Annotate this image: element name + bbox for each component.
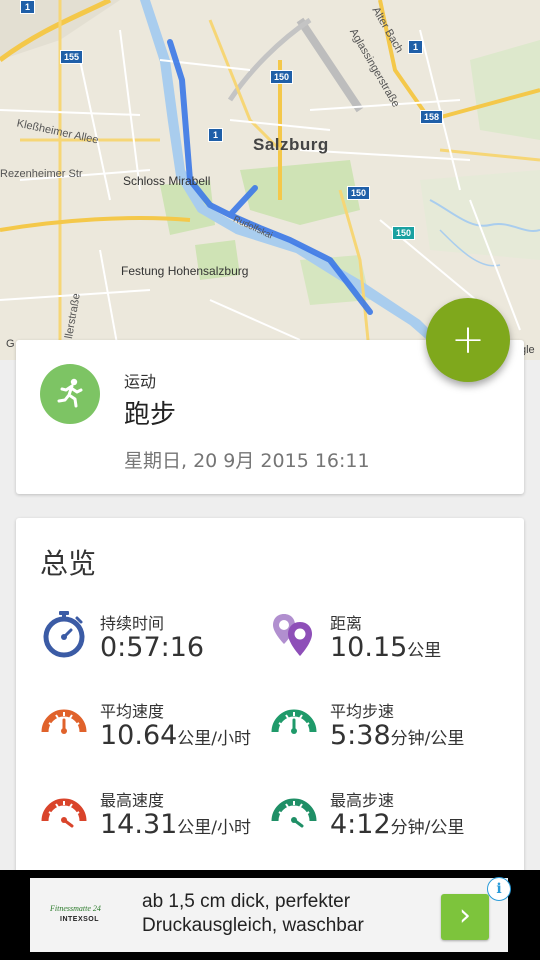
activity-type-label: 运动 <box>124 372 157 391</box>
speedometer-icon <box>40 698 88 746</box>
road-shield: 150 <box>392 226 416 240</box>
map-attribution-left: G <box>6 338 15 350</box>
map-poi-label: Schloss Mirabell <box>123 174 211 188</box>
map-poi-label: Festung Hohensalzburg <box>121 264 249 278</box>
pace-gauge-icon <box>270 787 318 835</box>
ad-content[interactable]: Fitnessmatte 24 INTEXSOL ab 1,5 cm dick,… <box>30 878 508 952</box>
ad-info-button[interactable]: i <box>487 877 511 901</box>
road-shield: 1 <box>208 128 224 142</box>
stat-duration: 持续时间 0:57:16 <box>40 610 280 680</box>
stat-value: 5:38分钟/公里 <box>330 720 465 751</box>
running-person-icon <box>40 364 100 424</box>
road-shield: 150 <box>347 186 371 200</box>
info-icon: i <box>496 881 502 897</box>
stat-value: 14.31公里/小时 <box>100 809 252 840</box>
stat-label: 距离 <box>330 614 363 633</box>
activity-datetime: 星期日, 20 9月 2015 16:11 <box>124 450 370 472</box>
stat-value: 10.15公里 <box>330 632 442 663</box>
stat-label: 持续时间 <box>100 614 165 633</box>
plus-icon: + <box>451 317 485 363</box>
pace-gauge-icon <box>270 698 318 746</box>
add-activity-button[interactable]: + <box>426 298 510 382</box>
ad-open-button[interactable]: › <box>441 894 489 940</box>
stat-avg-speed: 平均速度 10.64公里/小时 <box>40 698 280 768</box>
map-city-label: Salzburg <box>253 135 329 154</box>
road-shield: 1 <box>20 0 36 14</box>
stat-label: 最高速度 <box>100 791 165 810</box>
stat-max-pace: 最高步速 4:12分钟/公里 <box>270 787 510 857</box>
location-pins-icon <box>270 610 318 658</box>
stopwatch-icon <box>40 610 88 658</box>
stat-value: 10.64公里/小时 <box>100 720 252 751</box>
road-shield: 150 <box>270 70 294 84</box>
stat-max-speed: 最高速度 14.31公里/小时 <box>40 787 280 857</box>
overview-title: 总览 <box>40 547 97 580</box>
stat-label: 平均速度 <box>100 702 165 721</box>
speedometer-icon <box>40 787 88 835</box>
road-shield: 1 <box>408 40 424 54</box>
overview-card: 总览 持续时间 0:57:16 距离 10.15公里 平均速度 10.64公里/… <box>16 518 524 878</box>
ad-banner: Fitnessmatte 24 INTEXSOL ab 1,5 cm dick,… <box>0 870 540 960</box>
chevron-right-icon: › <box>459 898 471 933</box>
stat-label: 平均步速 <box>330 702 395 721</box>
ad-text: ab 1,5 cm dick, perfekter Druckausgleich… <box>142 891 364 936</box>
stat-label: 最高步速 <box>330 791 395 810</box>
road-shield: 158 <box>420 110 444 124</box>
stat-value: 0:57:16 <box>100 632 205 663</box>
stat-avg-pace: 平均步速 5:38分钟/公里 <box>270 698 510 768</box>
stat-value: 4:12分钟/公里 <box>330 809 465 840</box>
activity-name: 跑步 <box>124 400 177 430</box>
stat-distance: 距离 10.15公里 <box>270 610 510 680</box>
road-shield: 155 <box>60 50 84 64</box>
ad-logo: Fitnessmatte 24 INTEXSOL <box>50 904 101 923</box>
map-street-label: Rezenheimer Str <box>0 168 83 180</box>
